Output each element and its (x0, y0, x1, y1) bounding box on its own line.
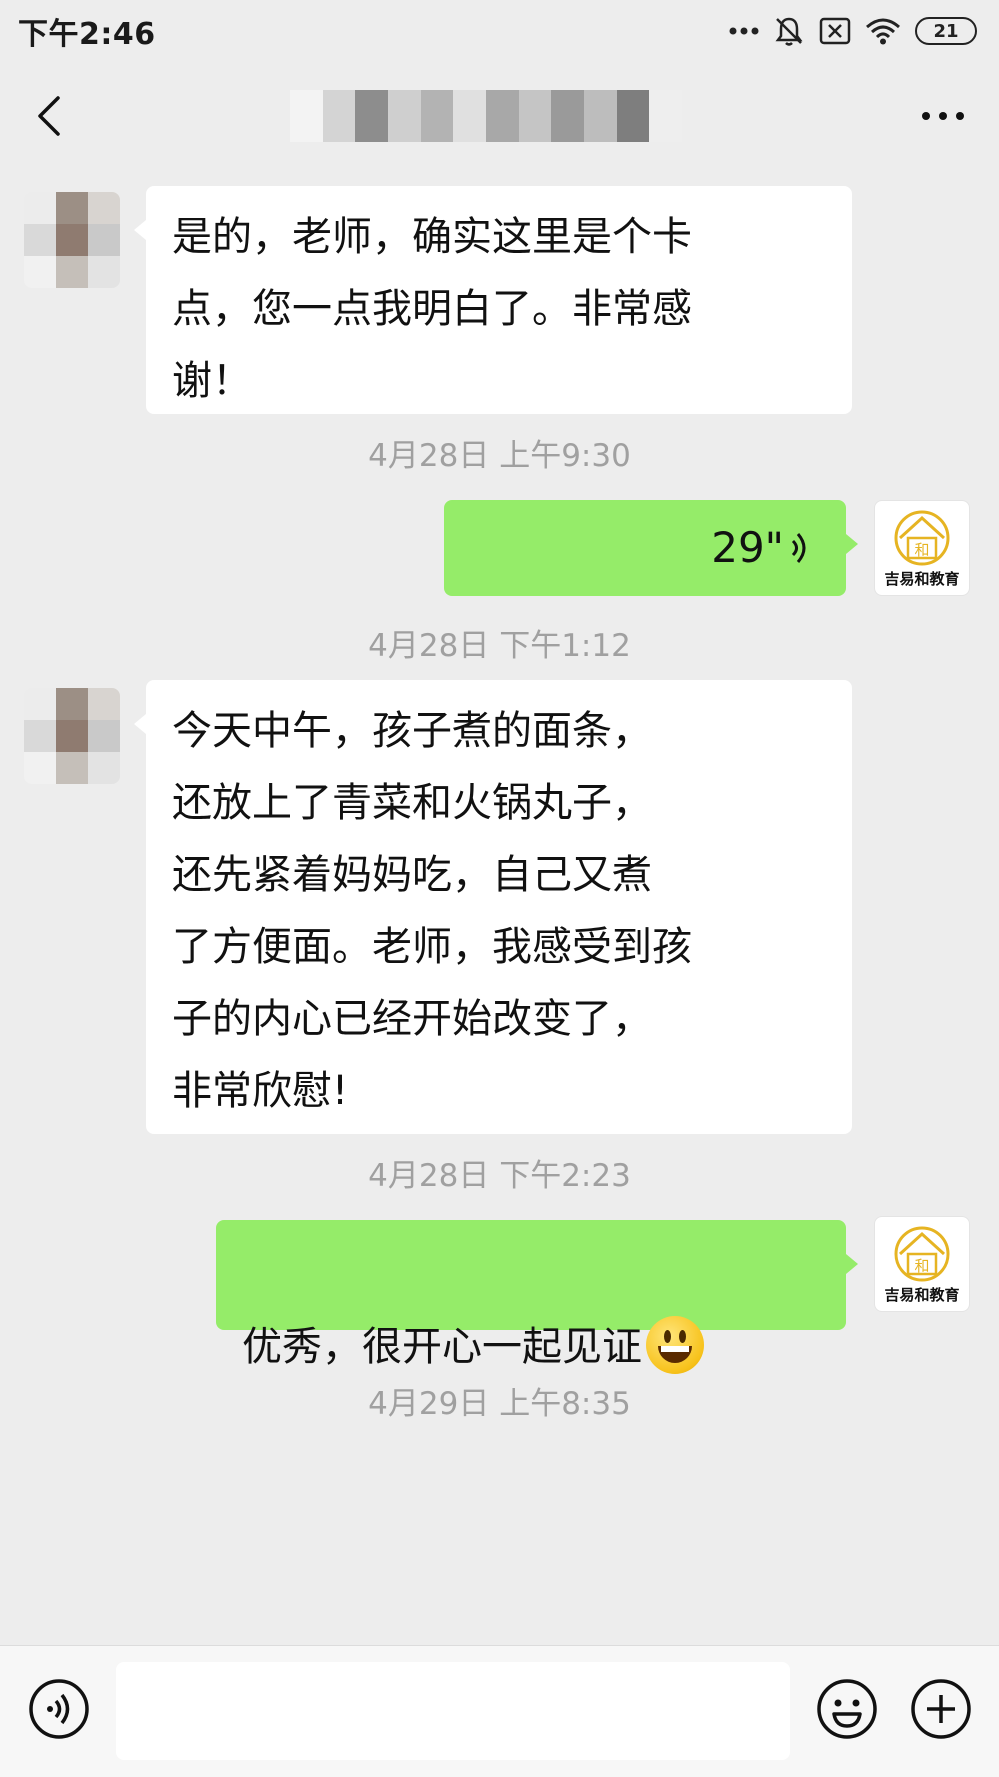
house-logo-icon: 和 (894, 1226, 950, 1281)
wifi-icon (866, 18, 900, 45)
more-dots-icon (729, 27, 759, 35)
logo-text: 吉易和教育 (884, 1285, 960, 1304)
logo-text: 吉易和教育 (884, 569, 960, 588)
sim-blocked-icon (819, 17, 851, 45)
message-text: 优秀，很开心一起见证 (242, 1324, 642, 1370)
contact-avatar[interactable] (24, 192, 120, 288)
logo-mark: 和 (914, 1257, 929, 1275)
chat-area[interactable]: 是的，老师，确实这里是个卡 点，您一点我明白了。非常感 谢！ 4月28日 上午9… (0, 170, 999, 1645)
voice-duration: 29" (711, 523, 784, 572)
chat-title-blurred (290, 90, 683, 142)
message-bubble-sent[interactable]: 优秀，很开心一起见证 (216, 1220, 858, 1374)
grinning-face-emoji (646, 1316, 704, 1374)
message-timestamp: 4月28日 下午2:23 (368, 1158, 631, 1194)
message-timestamp: 4月28日 下午1:12 (368, 628, 631, 664)
status-icons: 21 (729, 15, 977, 47)
plus-circle-icon[interactable] (908, 1676, 974, 1742)
status-bar: 下午2:46 21 (0, 0, 999, 62)
more-horizontal-icon[interactable] (921, 111, 965, 121)
voice-message-bubble[interactable]: 29" (444, 500, 858, 596)
battery-icon: 21 (915, 17, 977, 45)
self-avatar[interactable]: 和 吉易和教育 (874, 500, 970, 596)
message-input[interactable] (116, 1662, 790, 1760)
logo-mark: 和 (914, 541, 929, 559)
message-bubble-received[interactable]: 今天中午，孩子煮的面条， 还放上了青菜和火锅丸子， 还先紧着妈妈吃，自己又煮 了… (134, 680, 852, 1134)
chevron-left-icon[interactable] (34, 94, 64, 138)
mute-icon (775, 17, 803, 46)
voice-input-icon[interactable] (26, 1676, 92, 1742)
contact-avatar[interactable] (24, 688, 120, 784)
input-bar (0, 1645, 999, 1777)
voice-message-content: 29" (711, 500, 816, 596)
status-time: 下午2:46 (18, 17, 156, 52)
voice-wave-icon (791, 533, 806, 563)
house-logo-icon: 和 (894, 510, 950, 565)
battery-level: 21 (933, 20, 959, 42)
message-timestamp: 4月28日 上午9:30 (368, 438, 631, 474)
chat-header (0, 62, 999, 170)
message-timestamp: 4月29日 上午8:35 (368, 1386, 631, 1422)
self-avatar[interactable]: 和 吉易和教育 (874, 1216, 970, 1312)
emoji-icon[interactable] (814, 1676, 880, 1742)
message-bubble-received[interactable]: 是的，老师，确实这里是个卡 点，您一点我明白了。非常感 谢！ (134, 186, 852, 414)
